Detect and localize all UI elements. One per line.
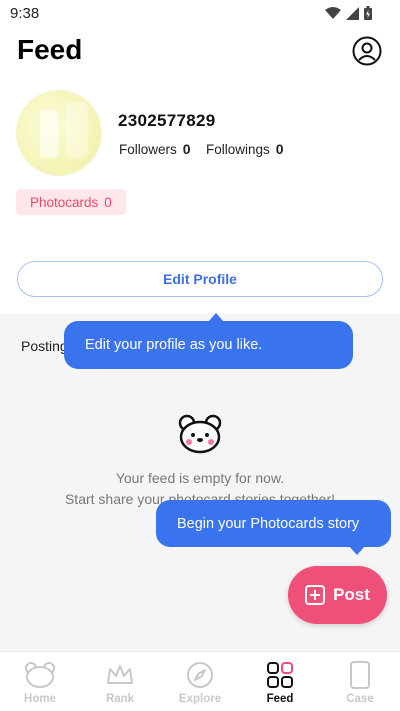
bottom-nav: Home Rank Explore Feed Case [0, 651, 400, 711]
avatar-image-part [66, 102, 88, 158]
avatar[interactable] [16, 90, 102, 176]
post-button[interactable]: Post [288, 566, 387, 624]
plus-square-icon [305, 585, 326, 605]
phone-case-icon [350, 661, 370, 689]
post-story-tooltip[interactable]: Begin your Photocards story [156, 500, 391, 555]
nav-rank[interactable]: Rank [80, 652, 160, 711]
bear-icon [178, 414, 222, 454]
status-bar: 9:38 [0, 0, 400, 28]
signal-icon [346, 6, 359, 20]
avatar-image-part [40, 110, 58, 158]
status-time: 9:38 [10, 5, 40, 22]
followers-count: 0 [182, 141, 191, 157]
nav-rank-label: Rank [105, 693, 135, 705]
grid-icon [267, 662, 293, 688]
nav-home[interactable]: Home [0, 652, 80, 711]
wifi-icon [325, 6, 341, 19]
nav-feed-label: Feed [266, 693, 294, 705]
crown-icon [107, 665, 133, 684]
nav-explore[interactable]: Explore [160, 652, 240, 711]
bear-head-icon [25, 662, 55, 688]
user-id: 2302577829 [118, 111, 216, 130]
nav-case-label: Case [346, 693, 374, 705]
photocards-badge[interactable]: Photocards 0 [16, 189, 126, 215]
nav-explore-label: Explore [178, 693, 222, 705]
edit-profile-button[interactable]: Edit Profile [17, 261, 383, 297]
battery-icon [364, 6, 372, 20]
page-title: Feed [17, 34, 83, 65]
edit-profile-tooltip[interactable]: Edit your profile as you like. [64, 313, 353, 369]
nav-feed[interactable]: Feed [240, 652, 320, 711]
compass-icon [187, 662, 213, 688]
followers-label: Followers [119, 142, 177, 157]
nav-home-label: Home [24, 693, 56, 705]
post-button-label: Post [333, 585, 370, 604]
account-circle-icon [352, 36, 382, 66]
followings-stat[interactable]: Followings 0 [206, 141, 284, 157]
followers-stat[interactable]: Followers 0 [119, 141, 191, 157]
tab-posting[interactable]: Posting [21, 338, 68, 354]
photocards-label: Photocards [30, 194, 99, 210]
followings-count: 0 [275, 141, 284, 157]
empty-feed-message: Your feed is empty for now. [115, 470, 285, 486]
account-button[interactable] [351, 35, 383, 67]
followings-label: Followings [206, 142, 270, 157]
status-icons [325, 6, 372, 20]
photocards-count: 0 [104, 194, 112, 210]
nav-case[interactable]: Case [320, 652, 400, 711]
